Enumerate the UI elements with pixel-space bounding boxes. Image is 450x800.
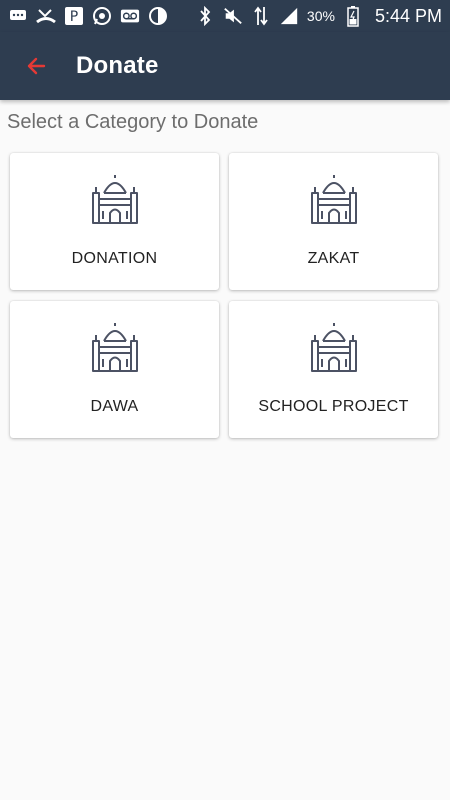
battery-icon [343,6,363,27]
category-label: ZAKAT [307,250,360,267]
battery-percent: 30% [306,8,335,24]
app-bar: Donate [0,32,450,100]
arrow-left-icon [27,57,46,75]
category-label: DAWA [90,398,139,415]
section-label: Select a Category to Donate [7,111,259,133]
category-card-dawa[interactable]: DAWA [10,301,219,438]
category-card-donation[interactable]: DONATION [10,153,219,290]
page-title: Donate [76,52,159,79]
mosque-icon [311,175,357,224]
voicemail-icon [120,6,140,26]
mute-icon [223,6,243,26]
status-bar: P 30% 5:44 PM [0,0,450,32]
signal-icon [279,6,299,26]
back-button[interactable] [16,46,56,86]
data-arrows-icon [251,6,271,26]
mosque-icon [92,175,138,224]
category-label: DONATION [71,250,158,267]
category-label: SCHOOL PROJECT [258,398,409,415]
message-icon [8,6,28,26]
half-moon-icon [148,6,168,26]
status-right-icons: 30% 5:44 PM [195,0,442,32]
mosque-icon [311,323,357,372]
category-card-school-project[interactable]: SCHOOL PROJECT [229,301,438,438]
status-clock: 5:44 PM [374,5,442,26]
parking-icon: P [64,6,84,26]
status-left-icons: P [8,6,168,26]
mosque-icon [92,323,138,372]
svg-text:P: P [70,9,78,25]
bluetooth-icon [195,6,215,26]
whatsapp-icon [92,6,112,26]
missed-call-icon [36,6,56,26]
category-card-zakat[interactable]: ZAKAT [229,153,438,290]
